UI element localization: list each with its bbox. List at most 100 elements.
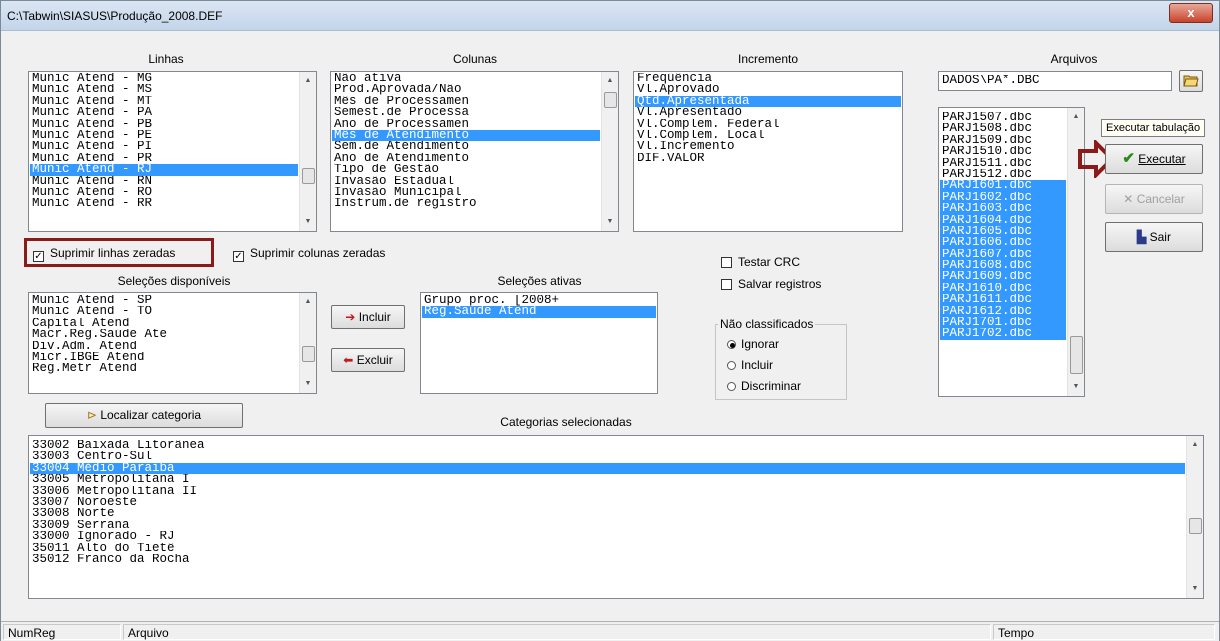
open-folder-button[interactable] bbox=[1179, 70, 1203, 92]
arquivo-list-item[interactable]: PARJ1604.dbc bbox=[940, 214, 1066, 226]
arquivo-list-item[interactable]: PARJ1606.dbc bbox=[940, 237, 1066, 249]
scroll-down-icon[interactable]: ▼ bbox=[300, 215, 316, 229]
linhas-list-item[interactable]: Munic Atend - PI bbox=[30, 141, 298, 152]
colunas-list-item[interactable]: Não ativa bbox=[332, 73, 600, 84]
suprimir-colunas-checkbox[interactable]: ✓ Suprimir colunas zeradas bbox=[233, 246, 385, 262]
linhas-list-item[interactable]: Munic Atend - PB bbox=[30, 119, 298, 130]
arquivo-list-item[interactable]: PARJ1510.dbc bbox=[940, 146, 1066, 157]
scroll-up-icon[interactable]: ▲ bbox=[1068, 110, 1084, 124]
arquivos-path-input[interactable]: DADOS\PA*.DBC bbox=[938, 71, 1172, 91]
arquivo-list-item[interactable]: PARJ1603.dbc bbox=[940, 203, 1066, 215]
arquivo-list-item[interactable]: PARJ1507.dbc bbox=[940, 112, 1066, 123]
arquivo-list-item[interactable]: PARJ1607.dbc bbox=[940, 248, 1066, 261]
selecao-disponivel-item[interactable]: Reg.Metr Atend bbox=[30, 363, 298, 374]
linhas-list-item[interactable]: Munic Atend - RR bbox=[30, 198, 298, 209]
arquivo-list-item[interactable]: PARJ1509.dbc bbox=[940, 135, 1066, 146]
scroll-down-icon[interactable]: ▼ bbox=[602, 215, 618, 229]
arquivo-list-item[interactable]: PARJ1601.dbc bbox=[940, 180, 1066, 192]
scroll-thumb[interactable] bbox=[302, 346, 315, 362]
arquivos-listbox[interactable]: PARJ1507.dbc PARJ1508.dbc PARJ1509.dbc PARJ… bbox=[938, 107, 1085, 397]
arquivo-list-item[interactable]: PARJ1609.dbc bbox=[940, 271, 1066, 283]
arquivo-list-item[interactable]: PARJ1610.dbc bbox=[940, 282, 1066, 295]
scroll-thumb[interactable] bbox=[1189, 518, 1202, 534]
arquivo-list-item[interactable]: PARJ1701.dbc bbox=[940, 317, 1066, 329]
linhas-scrollbar[interactable]: ▲ ▼ bbox=[299, 72, 316, 231]
arquivo-list-item[interactable]: PARJ1612.dbc bbox=[940, 305, 1066, 318]
selecao-disponivel-item[interactable]: Div.Adm. Atend bbox=[30, 341, 298, 352]
linhas-listbox[interactable]: Munic Atend - MG Munic Atend - MS Munic At… bbox=[28, 71, 317, 232]
selecao-disponivel-item[interactable]: Munic Atend - SP bbox=[30, 295, 298, 306]
categoria-list-item[interactable]: 33000 Ignorado - RJ bbox=[30, 531, 1185, 542]
linhas-list-item[interactable]: Munic Atend - MS bbox=[30, 84, 298, 95]
categoria-list-item[interactable]: 35011 Alto do Tietê bbox=[30, 543, 1185, 554]
incremento-list-item[interactable]: Vl.Incremento bbox=[635, 141, 901, 152]
arquivo-list-item[interactable]: PARJ1702.dbc bbox=[940, 328, 1066, 340]
radio-unselected-icon[interactable] bbox=[727, 382, 736, 391]
linhas-list-item[interactable]: Munic Atend - RN bbox=[30, 176, 298, 187]
sair-button[interactable]: ▙ Sair bbox=[1105, 222, 1203, 252]
linhas-list-item[interactable]: Munic Atend - PR bbox=[30, 153, 298, 164]
categoria-list-item[interactable]: 33009 Serrana bbox=[30, 520, 1185, 531]
scroll-thumb[interactable] bbox=[302, 168, 315, 184]
arquivo-list-item[interactable]: PARJ1508.dbc bbox=[940, 123, 1066, 134]
scroll-up-icon[interactable]: ▲ bbox=[1187, 438, 1203, 452]
colunas-scrollbar[interactable]: ▲ ▼ bbox=[601, 72, 618, 231]
excluir-button[interactable]: ⬅ Excluir bbox=[331, 348, 405, 372]
selecao-ativa-item[interactable]: Grupo proc. [2008+ bbox=[422, 295, 656, 306]
linhas-list-item[interactable]: Munic Atend - PE bbox=[30, 130, 298, 141]
selecoes-scrollbar[interactable]: ▲ ▼ bbox=[299, 293, 316, 393]
colunas-list-item[interactable]: Instrum.de registro bbox=[332, 198, 600, 209]
colunas-listbox[interactable]: Não ativa Prod.Aprovada/Não Mês de Process… bbox=[330, 71, 619, 232]
colunas-list-item[interactable]: Semest.de Processa bbox=[332, 107, 600, 118]
categoria-list-item[interactable]: 33002 Baixada Litorânea bbox=[30, 440, 1185, 451]
scroll-down-icon[interactable]: ▼ bbox=[1187, 582, 1203, 596]
scroll-up-icon[interactable]: ▲ bbox=[602, 74, 618, 88]
categoria-list-item[interactable]: 33008 Norte bbox=[30, 508, 1185, 519]
checkbox-checked-icon[interactable]: ✓ bbox=[33, 251, 44, 262]
incremento-list-item[interactable]: Qtd.Apresentada bbox=[635, 95, 901, 108]
executar-button[interactable]: ✔ Executar bbox=[1105, 144, 1203, 174]
checkbox-checked-icon[interactable]: ✓ bbox=[233, 251, 244, 262]
linhas-list-item[interactable]: Munic Atend - MG bbox=[30, 73, 298, 84]
radio-selected-icon[interactable] bbox=[727, 340, 736, 349]
discriminar-radio[interactable]: Discriminar bbox=[727, 379, 801, 393]
cancelar-button[interactable]: ✕ Cancelar bbox=[1105, 184, 1203, 214]
selecao-disponivel-item[interactable]: Micr.IBGE Atend bbox=[30, 352, 298, 363]
arquivo-list-item[interactable]: PARJ1512.dbc bbox=[940, 169, 1066, 180]
radio-unselected-icon[interactable] bbox=[727, 361, 736, 370]
colunas-list-item[interactable]: Invasão Municipal bbox=[332, 187, 600, 198]
testar-crc-checkbox[interactable]: Testar CRC bbox=[721, 255, 800, 269]
colunas-list-item[interactable]: Prod.Aprovada/Não bbox=[332, 84, 600, 95]
scroll-thumb[interactable] bbox=[1070, 336, 1083, 374]
categoria-list-item[interactable]: 35012 Franco da Rocha bbox=[30, 554, 1185, 565]
incremento-list-item[interactable]: Vl.Complem. Local bbox=[635, 130, 901, 141]
incluir-radio[interactable]: Incluir bbox=[727, 358, 773, 372]
categoria-list-item[interactable]: 33006 Metropolitana II bbox=[30, 486, 1185, 497]
arquivo-list-item[interactable]: PARJ1611.dbc bbox=[940, 294, 1066, 306]
scroll-down-icon[interactable]: ▼ bbox=[300, 377, 316, 391]
colunas-list-item[interactable]: Mês de Atendimento bbox=[332, 129, 600, 142]
incremento-listbox[interactable]: Freqüência Vl.Aprovado Qtd.Apresentada Vl.A… bbox=[633, 71, 903, 232]
arquivo-list-item[interactable]: PARJ1602.dbc bbox=[940, 191, 1066, 204]
selecao-ativa-item[interactable]: Reg.Saúde Atend bbox=[422, 306, 656, 318]
linhas-list-item[interactable]: Munic Atend - RO bbox=[30, 187, 298, 198]
checkbox-unchecked-icon[interactable] bbox=[721, 279, 732, 290]
colunas-list-item[interactable]: Mês de Processamen bbox=[332, 96, 600, 107]
incluir-button[interactable]: ➔ Incluir bbox=[331, 305, 405, 329]
incremento-list-item[interactable]: Vl.Complem. Federal bbox=[635, 119, 901, 130]
incremento-list-item[interactable]: DIF.VALOR bbox=[635, 153, 901, 164]
colunas-list-item[interactable]: Ano de Processamen bbox=[332, 119, 600, 130]
categoria-list-item[interactable]: 33003 Centro-Sul bbox=[30, 451, 1185, 462]
close-button[interactable]: x bbox=[1169, 3, 1213, 23]
close-icon[interactable]: x bbox=[1187, 5, 1194, 20]
colunas-list-item[interactable]: Ano de Atendimento bbox=[332, 153, 600, 164]
incremento-list-item[interactable]: Vl.Aprovado bbox=[635, 84, 901, 95]
localizar-categoria-button[interactable]: ⊳ Localizar categoria bbox=[45, 403, 243, 428]
categoria-list-item[interactable]: 33007 Noroeste bbox=[30, 497, 1185, 508]
linhas-list-item[interactable]: Munic Atend - PA bbox=[30, 107, 298, 118]
colunas-list-item[interactable]: Tipo de Gestão bbox=[332, 164, 600, 175]
incremento-list-item[interactable]: Freqüência bbox=[635, 73, 901, 84]
selecao-disponivel-item[interactable]: Macr.Reg.Saúde Ate bbox=[30, 329, 298, 340]
categoria-list-item[interactable]: 33004 Médio Paraíba bbox=[30, 462, 1185, 475]
incremento-list-item[interactable]: Vl.Apresentado bbox=[635, 107, 901, 118]
